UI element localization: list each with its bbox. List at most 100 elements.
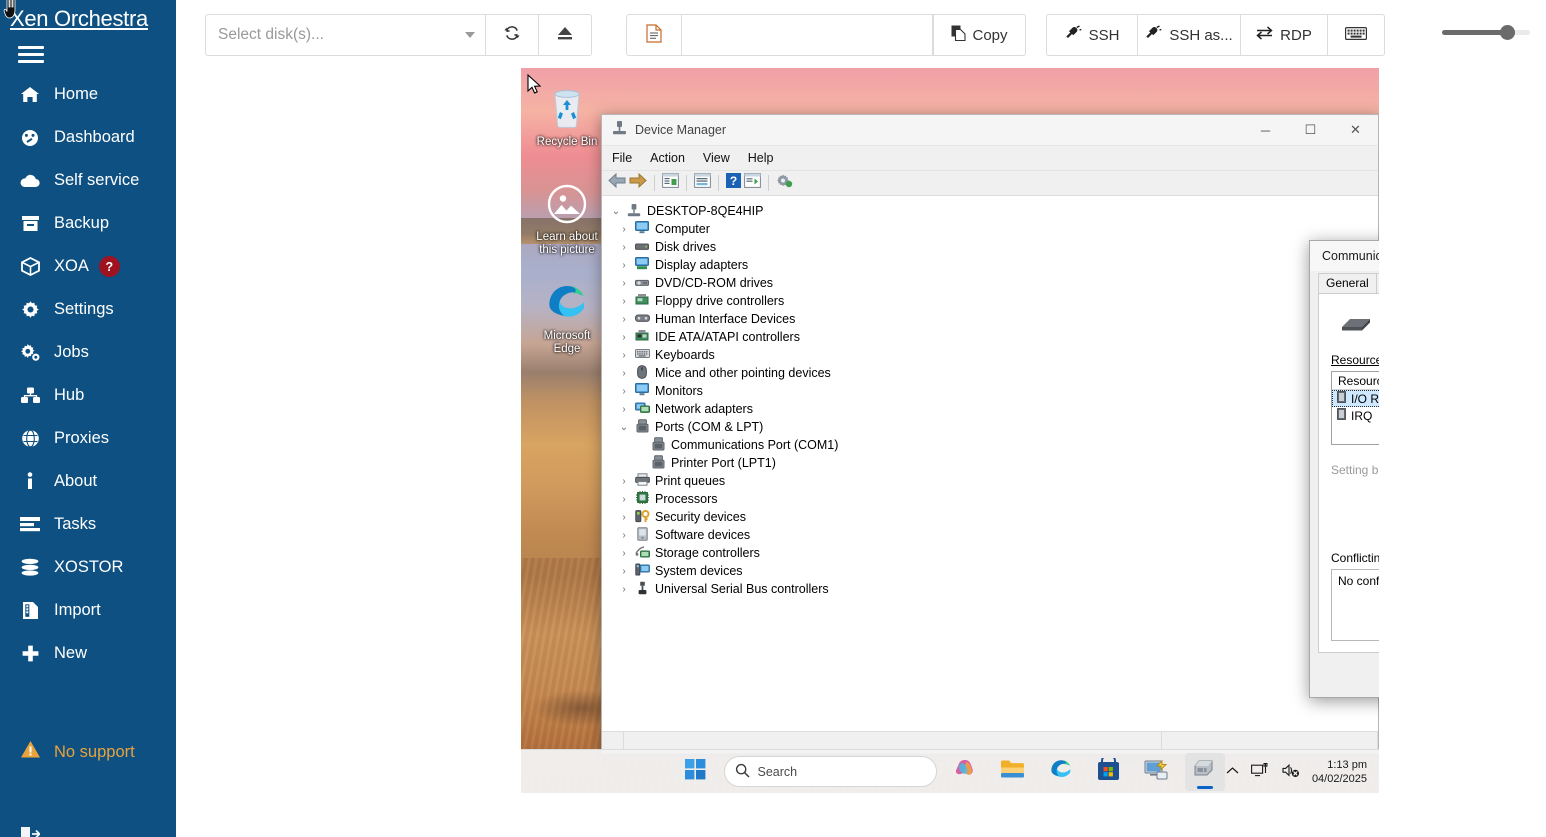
- sidebar-item-tasks[interactable]: Tasks: [0, 503, 176, 546]
- desktop-icon-recycle-bin[interactable]: Recycle Bin: [525, 86, 609, 149]
- show-hidden-icon[interactable]: [662, 173, 679, 193]
- desktop-icon-learn-about-picture[interactable]: Learn about this picture: [525, 183, 609, 257]
- expander-collapsed-icon[interactable]: ›: [616, 494, 632, 505]
- no-support-indicator[interactable]: No support: [16, 740, 135, 764]
- tree-node[interactable]: Communications Port (COM1): [608, 436, 1378, 454]
- tree-node[interactable]: › Security devices: [608, 508, 1378, 526]
- sidebar-toggle-button[interactable]: [0, 34, 176, 73]
- expander-collapsed-icon[interactable]: ›: [616, 584, 632, 595]
- eject-button[interactable]: [538, 14, 592, 56]
- expander-collapsed-icon[interactable]: ›: [616, 260, 632, 271]
- disk-select[interactable]: Select disk(s)...: [205, 14, 486, 56]
- device-manager-window[interactable]: Device Manager ─ ☐ ✕ File Action View He…: [601, 114, 1379, 754]
- tree-node[interactable]: › Print queues: [608, 472, 1378, 490]
- ssh-button[interactable]: SSH: [1046, 14, 1138, 56]
- taskbar-app-microsoft-edge[interactable]: [1041, 753, 1081, 791]
- expander-collapsed-icon[interactable]: ›: [616, 566, 632, 577]
- sidebar-item-new[interactable]: New: [0, 632, 176, 675]
- close-button[interactable]: ✕: [1333, 115, 1378, 146]
- tree-node[interactable]: ⌄ Ports (COM & LPT): [608, 418, 1378, 436]
- maximize-button[interactable]: ☐: [1288, 115, 1333, 146]
- conflicting-device-list[interactable]: No conflicts. ▲ ▼: [1331, 569, 1379, 641]
- tree-node[interactable]: › Floppy drive controllers: [608, 292, 1378, 310]
- volume-muted-icon[interactable]: [1282, 763, 1300, 781]
- expander-collapsed-icon[interactable]: ›: [616, 242, 632, 253]
- taskbar-app-copilot[interactable]: [945, 753, 985, 791]
- tree-node[interactable]: Printer Port (LPT1): [608, 454, 1378, 472]
- refresh-button[interactable]: [485, 14, 539, 56]
- tree-root-node[interactable]: ⌄ DESKTOP-8QE4HIP: [608, 202, 1378, 220]
- sidebar-item-proxies[interactable]: Proxies: [0, 417, 176, 460]
- sidebar-item-self-service[interactable]: Self service: [0, 159, 176, 202]
- properties-icon[interactable]: [694, 173, 711, 193]
- expander-collapsed-icon[interactable]: ›: [616, 530, 632, 541]
- tree-node[interactable]: › Mice and other pointing devices: [608, 364, 1378, 382]
- sidebar-item-about[interactable]: About: [0, 460, 176, 503]
- sidebar-item-home[interactable]: Home: [0, 73, 176, 116]
- sidebar-item-dashboard[interactable]: Dashboard: [0, 116, 176, 159]
- tree-node[interactable]: › System devices: [608, 562, 1378, 580]
- expander-collapsed-icon[interactable]: ›: [616, 314, 632, 325]
- menu-item-help[interactable]: Help: [748, 151, 774, 165]
- taskbar-app-microsoft-store[interactable]: [1089, 753, 1129, 791]
- tree-node[interactable]: › Universal Serial Bus controllers: [608, 580, 1378, 598]
- menu-item-action[interactable]: Action: [650, 151, 685, 165]
- rdp-button[interactable]: RDP: [1240, 14, 1328, 56]
- device-manager-titlebar[interactable]: Device Manager ─ ☐ ✕: [602, 115, 1378, 146]
- table-row[interactable]: I/O Range03F8 - 03FF: [1332, 390, 1379, 407]
- taskbar-clock[interactable]: 1:13 pm 04/02/2025: [1312, 758, 1373, 786]
- taskbar-app-device-manager[interactable]: [1184, 752, 1225, 791]
- menu-item-view[interactable]: View: [703, 151, 730, 165]
- tree-node[interactable]: › Software devices: [608, 526, 1378, 544]
- expander-expanded-icon[interactable]: ⌄: [608, 206, 624, 217]
- expander-collapsed-icon[interactable]: ›: [616, 278, 632, 289]
- tree-node[interactable]: › Monitors: [608, 382, 1378, 400]
- expander-collapsed-icon[interactable]: ›: [616, 386, 632, 397]
- ssh-as-button[interactable]: SSH as...: [1137, 14, 1241, 56]
- clipboard-text-input[interactable]: [681, 14, 933, 56]
- clipboard-icon-button[interactable]: [626, 14, 682, 56]
- update-driver-icon[interactable]: [776, 173, 793, 193]
- sidebar-item-import[interactable]: Import: [0, 589, 176, 632]
- taskbar-app-file-explorer[interactable]: [993, 753, 1033, 791]
- copy-button[interactable]: Copy: [933, 14, 1026, 56]
- back-arrow-icon[interactable]: [608, 172, 626, 193]
- menu-item-file[interactable]: File: [612, 151, 632, 165]
- tree-node[interactable]: › Processors: [608, 490, 1378, 508]
- sidebar-item-hub[interactable]: Hub: [0, 374, 176, 417]
- expander-expanded-icon[interactable]: ⌄: [616, 422, 632, 433]
- desktop-icon-microsoft-edge[interactable]: Microsoft Edge: [525, 280, 609, 356]
- expander-collapsed-icon[interactable]: ›: [616, 350, 632, 361]
- help-icon[interactable]: ?: [726, 173, 741, 193]
- forward-arrow-icon[interactable]: [629, 172, 647, 193]
- tab-general[interactable]: General: [1318, 273, 1377, 293]
- expander-collapsed-icon[interactable]: ›: [616, 332, 632, 343]
- expander-collapsed-icon[interactable]: ›: [616, 512, 632, 523]
- expander-collapsed-icon[interactable]: ›: [616, 224, 632, 235]
- vnc-console[interactable]: Recycle Bin Learn about this picture Mic…: [521, 68, 1379, 793]
- expander-collapsed-icon[interactable]: ›: [616, 296, 632, 307]
- tree-node[interactable]: › DVD/CD-ROM drives: [608, 274, 1378, 292]
- scan-icon[interactable]: [744, 173, 761, 193]
- device-tree-panel[interactable]: ⌄ DESKTOP-8QE4HIP › Computer › Disk drives ›…: [602, 196, 1378, 731]
- minimize-button[interactable]: ─: [1243, 115, 1288, 146]
- expander-collapsed-icon[interactable]: ›: [616, 476, 632, 487]
- tree-node[interactable]: › Computer: [608, 220, 1378, 238]
- properties-dialog[interactable]: Communications Port (COM1) Properties ✕ …: [1309, 240, 1379, 698]
- resource-settings-table[interactable]: Resource type Setting I/O Range03F8 - 03…: [1331, 371, 1379, 445]
- sidebar-item-backup[interactable]: Backup: [0, 202, 176, 245]
- slider-thumb[interactable]: [1500, 25, 1515, 40]
- sidebar-item-xoa[interactable]: XOA ?: [0, 245, 176, 288]
- app-brand[interactable]: Xen Orchestra: [0, 0, 176, 34]
- tree-node[interactable]: › Keyboards: [608, 346, 1378, 364]
- tree-node[interactable]: › Disk drives: [608, 238, 1378, 256]
- network-tray-icon[interactable]: [1250, 763, 1270, 781]
- zoom-slider[interactable]: [1442, 22, 1530, 42]
- sidebar-item-partial[interactable]: [16, 826, 54, 837]
- start-button[interactable]: [676, 753, 716, 791]
- tree-node[interactable]: › IDE ATA/ATAPI controllers: [608, 328, 1378, 346]
- expander-collapsed-icon[interactable]: ›: [616, 404, 632, 415]
- sidebar-item-jobs[interactable]: Jobs: [0, 331, 176, 374]
- keyboard-button[interactable]: [1327, 14, 1385, 56]
- chevron-up-icon[interactable]: [1226, 766, 1239, 778]
